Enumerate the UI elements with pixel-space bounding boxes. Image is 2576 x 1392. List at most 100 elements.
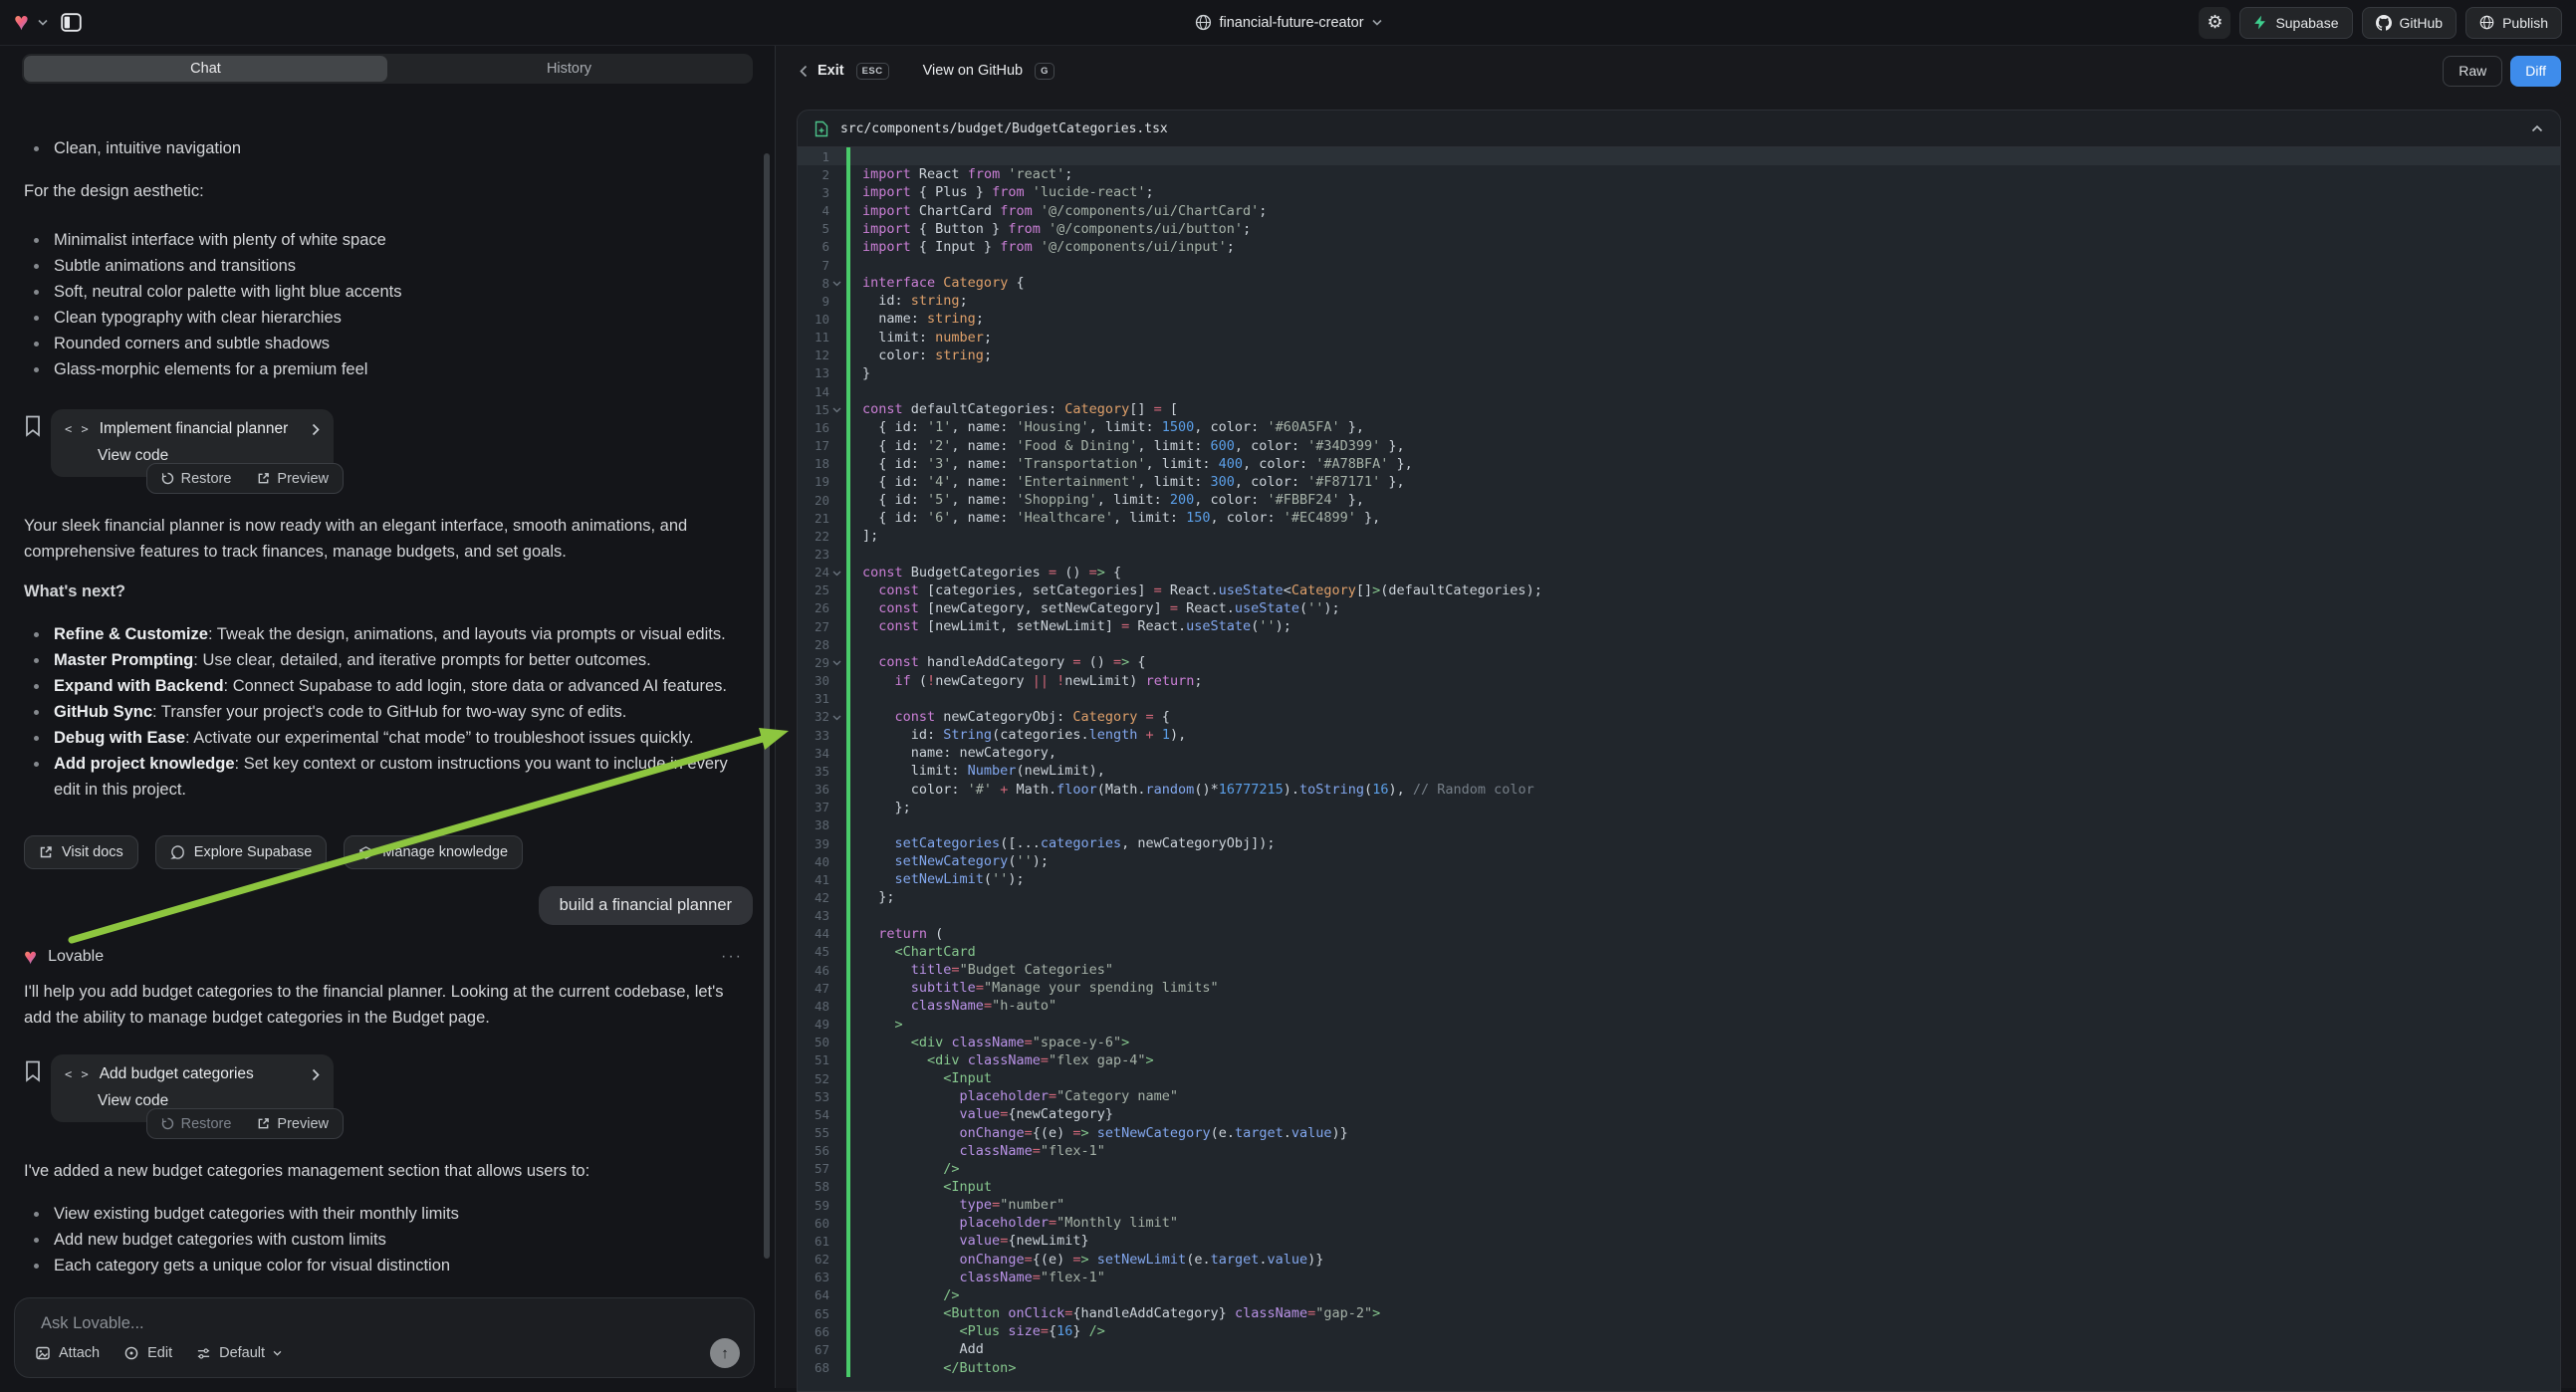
view-on-github-button[interactable]: View on GitHub <box>923 63 1023 79</box>
github-label: GitHub <box>2400 15 2444 31</box>
assistant-paragraph: Your sleek financial planner is now read… <box>24 513 753 565</box>
bookmark-icon[interactable] <box>24 415 42 437</box>
code-line: 9 id: string; <box>798 292 2560 310</box>
code-line: 38 <box>798 816 2560 834</box>
code-line: 59 type="number" <box>798 1196 2560 1214</box>
project-switcher[interactable]: financial-future-creator <box>1194 14 1381 31</box>
visit-docs-button[interactable]: Visit docs <box>24 835 138 869</box>
settings-button[interactable]: ⚙ <box>2199 7 2230 39</box>
version-card-implement-financial-planner[interactable]: < > Implement financial planner View cod… <box>51 409 334 477</box>
code-line: 31 <box>798 690 2560 708</box>
code-line: 18 { id: '3', name: 'Transportation', li… <box>798 455 2560 473</box>
chevron-left-icon <box>800 65 808 78</box>
chat-scroll-area[interactable]: Clean, intuitive navigation For the desi… <box>0 127 767 1288</box>
collapse-chevron-up-icon[interactable] <box>2531 124 2543 132</box>
next-item: GitHub Sync: Transfer your project's cod… <box>24 699 753 725</box>
explore-supabase-label: Explore Supabase <box>194 844 313 860</box>
code-line: 27 const [newLimit, setNewLimit] = React… <box>798 617 2560 635</box>
code-line: 49 > <box>798 1016 2560 1034</box>
logo-chevron-down-icon[interactable] <box>38 19 48 26</box>
code-line: 41 setNewLimit(''); <box>798 870 2560 888</box>
composer[interactable]: Ask Lovable... Attach Edit Default ↑ <box>14 1297 755 1378</box>
publish-label: Publish <box>2502 15 2548 31</box>
preview-label: Preview <box>277 1116 329 1132</box>
code-panel: Exit ESC View on GitHub G Raw Diff src/c… <box>776 46 2576 1388</box>
feature-bullet: Each category gets a unique color for vi… <box>24 1253 753 1278</box>
version-card-add-budget-categories[interactable]: < > Add budget categories View code Rest… <box>51 1054 334 1122</box>
code-panel-header: Exit ESC View on GitHub G Raw Diff <box>776 46 2576 96</box>
tab-chat[interactable]: Chat <box>24 56 387 82</box>
preview-button[interactable]: Preview <box>257 471 329 487</box>
mode-select[interactable]: Default <box>196 1345 282 1361</box>
project-chevron-down-icon <box>1372 19 1382 26</box>
design-bullet: Clean, intuitive navigation <box>24 135 753 161</box>
code-line: 8interface Category { <box>798 274 2560 292</box>
assistant-paragraph: I've added a new budget categories manag… <box>24 1158 753 1184</box>
restore-label: Restore <box>181 471 232 487</box>
design-bullet: Rounded corners and subtle shadows <box>24 331 753 356</box>
manage-knowledge-label: Manage knowledge <box>382 844 508 860</box>
attach-button[interactable]: Attach <box>35 1345 100 1361</box>
code-lines[interactable]: 12import React from 'react';3import { Pl… <box>798 147 2560 1377</box>
code-line: 2import React from 'react'; <box>798 165 2560 183</box>
code-line: 11 limit: number; <box>798 329 2560 347</box>
explore-supabase-button[interactable]: Explore Supabase <box>155 835 328 869</box>
external-link-icon <box>39 845 53 859</box>
code-line: 50 <div className="space-y-6"> <box>798 1034 2560 1051</box>
preview-button[interactable]: Preview <box>257 1116 329 1132</box>
gear-icon: ⚙ <box>2207 12 2223 33</box>
code-line: 13} <box>798 364 2560 382</box>
raw-button[interactable]: Raw <box>2443 56 2502 87</box>
message-menu-button[interactable]: ··· <box>721 948 743 966</box>
code-line: 54 value={newCategory} <box>798 1105 2560 1123</box>
restore-button[interactable]: Restore <box>161 471 232 487</box>
restore-icon <box>161 472 174 485</box>
assistant-message-header: ♥ Lovable ··· <box>24 946 753 968</box>
whats-next-heading: What's next? <box>24 579 753 604</box>
publish-button[interactable]: Publish <box>2465 7 2562 39</box>
file-header[interactable]: src/components/budget/BudgetCategories.t… <box>798 111 2560 147</box>
top-bar: ♥ financial-future-creator ⚙ Supabase Gi… <box>0 0 2576 46</box>
next-item: Master Prompting: Use clear, detailed, a… <box>24 647 753 673</box>
lovable-avatar-icon: ♥ <box>24 946 37 968</box>
code-line: 45 <ChartCard <box>798 943 2560 961</box>
edit-button[interactable]: Edit <box>123 1345 172 1361</box>
code-line: 62 onChange={(e) => setNewLimit(e.target… <box>798 1251 2560 1269</box>
chevron-down-icon <box>273 1350 282 1356</box>
external-link-icon <box>257 472 270 485</box>
restore-button[interactable]: Restore <box>161 1116 232 1132</box>
send-button[interactable]: ↑ <box>710 1338 740 1368</box>
manage-knowledge-button[interactable]: Manage knowledge <box>344 835 523 869</box>
diff-button[interactable]: Diff <box>2510 56 2561 87</box>
design-bullet: Clean typography with clear hierarchies <box>24 305 753 331</box>
lovable-logo-icon[interactable]: ♥ <box>14 10 29 35</box>
project-globe-icon <box>1194 14 1211 31</box>
esc-key-hint: ESC <box>856 63 889 80</box>
sidebar-toggle-button[interactable] <box>57 8 87 38</box>
code-line: 12 color: string; <box>798 347 2560 364</box>
code-line: 58 <Input <box>798 1178 2560 1196</box>
visit-docs-label: Visit docs <box>62 844 123 860</box>
code-line: 24const BudgetCategories = () => { <box>798 564 2560 581</box>
supabase-button[interactable]: Supabase <box>2239 7 2352 39</box>
code-icon: < > <box>65 422 90 436</box>
restore-label: Restore <box>181 1116 232 1132</box>
version-card-title: Add budget categories <box>100 1065 254 1083</box>
tab-history[interactable]: History <box>387 56 751 82</box>
code-line: 26 const [newCategory, setNewCategory] =… <box>798 599 2560 617</box>
code-line: 3import { Plus } from 'lucide-react'; <box>798 183 2560 201</box>
code-line: 66 <Plus size={16} /> <box>798 1322 2560 1340</box>
code-line: 67 Add <box>798 1340 2560 1358</box>
code-line: 14 <box>798 382 2560 400</box>
code-line: 7 <box>798 256 2560 274</box>
github-button[interactable]: GitHub <box>2362 7 2458 39</box>
code-line: 19 { id: '4', name: 'Entertainment', lim… <box>798 473 2560 491</box>
exit-button[interactable]: Exit <box>818 63 844 79</box>
chat-scrollbar[interactable] <box>764 153 770 1259</box>
design-heading: For the design aesthetic: <box>24 178 753 204</box>
bookmark-icon[interactable] <box>24 1060 42 1082</box>
composer-placeholder: Ask Lovable... <box>41 1314 144 1333</box>
code-line: 52 <Input <box>798 1069 2560 1087</box>
file-added-icon <box>815 120 828 137</box>
chevron-right-icon <box>312 423 320 436</box>
